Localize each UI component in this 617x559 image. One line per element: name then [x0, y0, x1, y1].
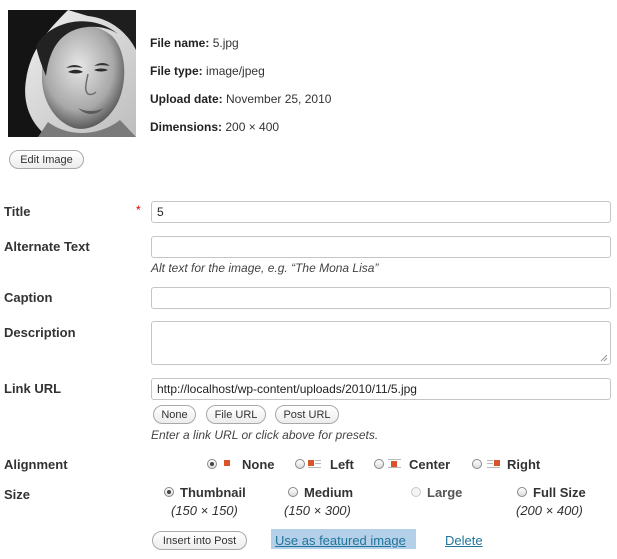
dimensions-row: Dimensions: 200 × 400 — [150, 120, 279, 134]
size-large-radio — [411, 487, 421, 497]
size-thumbnail-dims: (150 × 150) — [171, 503, 238, 518]
alignment-label: Alignment — [4, 457, 68, 472]
size-thumbnail-radio[interactable] — [164, 487, 174, 497]
size-full-label[interactable]: Full Size — [533, 485, 586, 500]
link-url-help: Enter a link URL or click above for pres… — [151, 428, 379, 442]
title-input[interactable] — [151, 201, 611, 223]
align-none-icon — [221, 459, 234, 468]
align-left-radio[interactable] — [295, 459, 305, 469]
edit-image-button[interactable]: Edit Image — [9, 150, 84, 169]
title-label: Title — [4, 204, 31, 219]
link-post-url-button[interactable]: Post URL — [275, 405, 339, 424]
size-full-dims: (200 × 400) — [516, 503, 583, 518]
align-none-radio[interactable] — [207, 459, 217, 469]
delete-link[interactable]: Delete — [445, 533, 483, 548]
size-full-radio[interactable] — [517, 487, 527, 497]
align-center-radio[interactable] — [374, 459, 384, 469]
required-asterisk: * — [136, 203, 141, 217]
file-name-label: File name: — [150, 36, 210, 50]
align-left-label[interactable]: Left — [330, 457, 354, 472]
file-name-value: 5.jpg — [212, 36, 239, 50]
size-medium-radio[interactable] — [288, 487, 298, 497]
insert-into-post-button[interactable]: Insert into Post — [152, 531, 247, 550]
description-textarea[interactable] — [151, 321, 611, 365]
align-right-label[interactable]: Right — [507, 457, 540, 472]
description-label: Description — [4, 325, 76, 340]
file-type-row: File type: image/jpeg — [150, 64, 265, 78]
link-url-input[interactable] — [151, 378, 611, 400]
dimensions-value: 200 × 400 — [225, 120, 280, 134]
upload-date-row: Upload date: November 25, 2010 — [150, 92, 331, 106]
size-label: Size — [4, 487, 31, 502]
upload-date-label: Upload date: — [150, 92, 223, 106]
caption-input[interactable] — [151, 287, 611, 309]
alt-text-help: Alt text for the image, e.g. “The Mona L… — [151, 261, 379, 275]
align-right-radio[interactable] — [472, 459, 482, 469]
size-thumbnail-label[interactable]: Thumbnail — [180, 485, 246, 500]
use-as-featured-image-link[interactable]: Use as featured image — [275, 533, 406, 548]
caption-label: Caption — [4, 290, 53, 305]
alt-text-input[interactable] — [151, 236, 611, 258]
align-left-icon — [308, 459, 321, 468]
align-center-label[interactable]: Center — [409, 457, 450, 472]
file-type-value: image/jpeg — [206, 64, 265, 78]
file-type-label: File type: — [150, 64, 203, 78]
align-center-icon — [388, 459, 401, 468]
file-name-row: File name: 5.jpg — [150, 36, 239, 50]
size-medium-label[interactable]: Medium — [304, 485, 353, 500]
dimensions-label: Dimensions: — [150, 120, 223, 134]
size-medium-dims: (150 × 300) — [284, 503, 351, 518]
link-file-url-button[interactable]: File URL — [206, 405, 266, 424]
alt-text-label: Alternate Text — [4, 239, 90, 254]
align-right-icon — [487, 459, 500, 468]
link-url-label: Link URL — [4, 381, 62, 396]
upload-date-value: November 25, 2010 — [226, 92, 332, 106]
size-large-label: Large — [427, 485, 463, 500]
resize-grip-icon[interactable] — [600, 354, 608, 362]
link-none-button[interactable]: None — [153, 405, 196, 424]
align-none-label[interactable]: None — [242, 457, 275, 472]
image-thumbnail — [8, 10, 136, 137]
